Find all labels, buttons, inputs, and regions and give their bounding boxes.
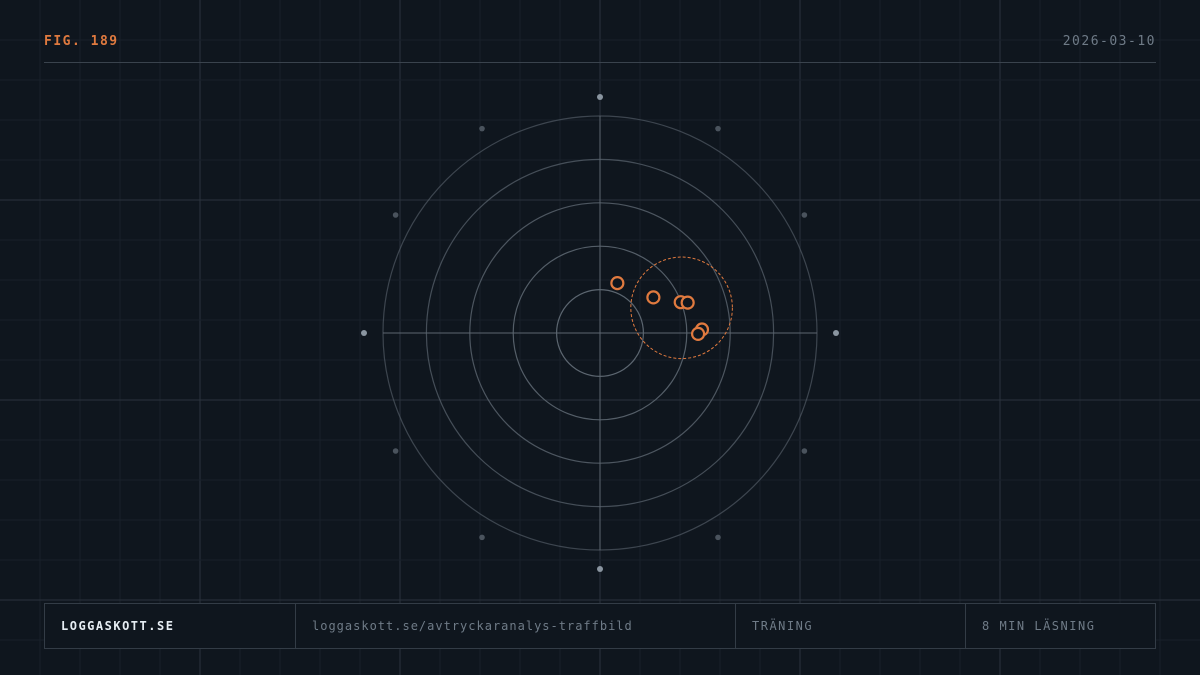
compass-dot [801,212,808,218]
shot-hole [646,290,661,305]
footer-url[interactable]: loggaskott.se/avtryckaranalys-traffbild [296,604,736,648]
compass-dot [833,330,839,336]
footer-site[interactable]: LOGGASKOTT.SE [45,604,296,648]
shot-hole [610,275,625,291]
footer-bar: LOGGASKOTT.SE loggaskott.se/avtryckarana… [44,603,1156,649]
compass-dot [392,212,399,218]
compass-dot [597,94,603,100]
compass-dot [479,534,485,541]
compass-dot [715,125,721,132]
shot-hole [680,295,695,310]
compass-dot [597,566,603,572]
compass-dot [479,125,485,132]
footer-category[interactable]: TRÄNING [736,604,966,648]
compass-dot [392,448,399,454]
compass-dot [361,330,367,336]
compass-dot [801,448,808,454]
shot-hole [690,326,706,341]
compass-dot [715,534,721,541]
footer-reading-time: 8 MIN LÄSNING [982,619,1096,633]
shot-group-diagram [361,94,839,572]
